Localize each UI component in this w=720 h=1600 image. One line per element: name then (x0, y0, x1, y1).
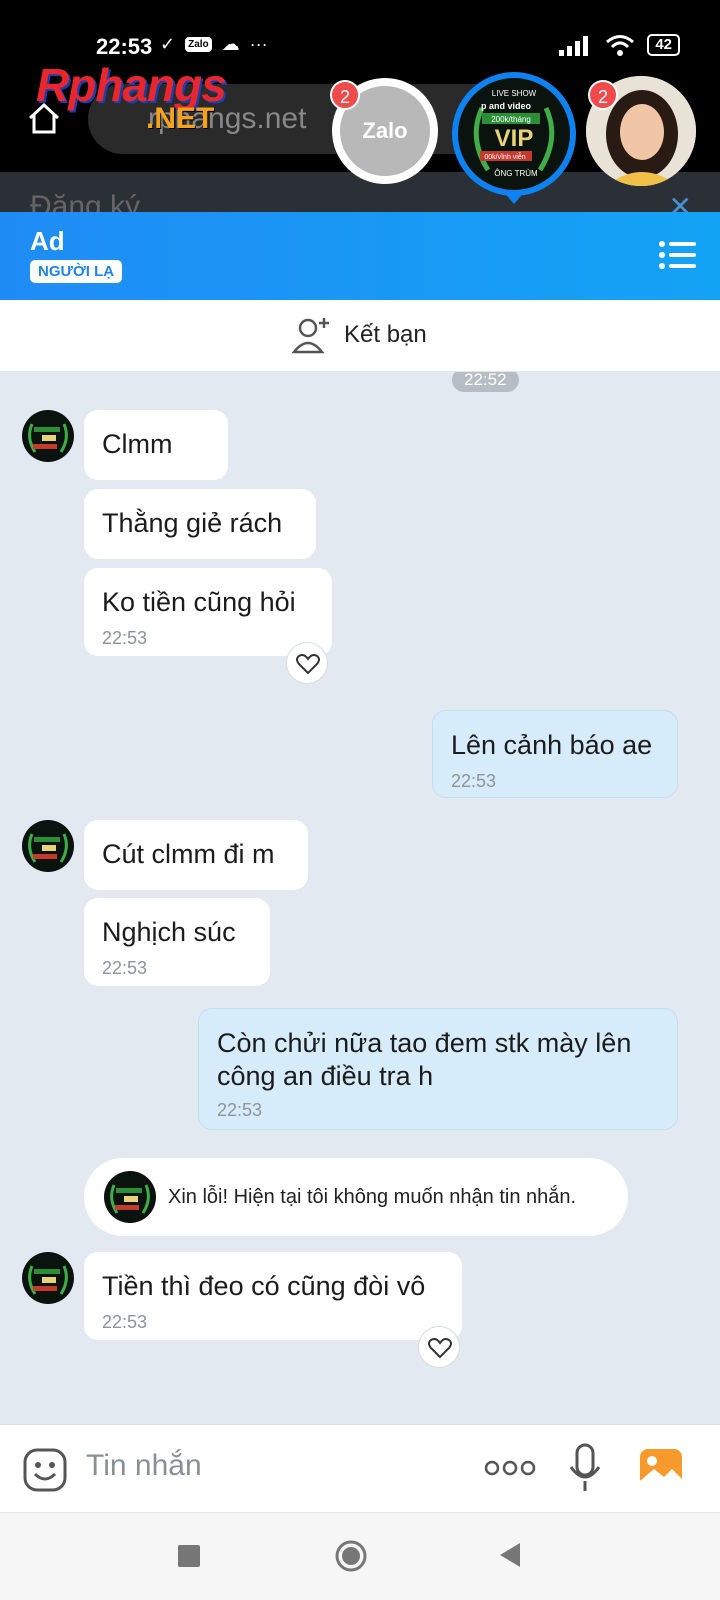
status-right-icons: 42 (559, 34, 680, 56)
sender-avatar[interactable] (22, 410, 74, 462)
my-message-bubble[interactable]: Còn chửi nữa tao đem stk mày lên công an… (198, 1008, 678, 1130)
my-message-bubble[interactable]: Lên cảnh báo ae 22:53 (432, 710, 678, 798)
message-time: 22:53 (102, 958, 148, 978)
cloud-icon: ☁ (221, 34, 240, 54)
chat-head-active[interactable]: LIVE SHOW p and video 200k/tháng VIP 00k… (452, 72, 576, 196)
message-time: 22:53 (451, 771, 497, 791)
more-dots-icon: ··· (249, 34, 268, 54)
sender-avatar[interactable] (22, 820, 74, 872)
vip-line6: ÔNG TRÙM (494, 169, 538, 178)
message-text: Ko tiền cũng hỏi (102, 587, 296, 617)
react-heart-button[interactable] (418, 1326, 460, 1368)
heart-icon (428, 1338, 452, 1359)
vip-line2: p and video (481, 101, 532, 111)
vip-avatar-mini (110, 1184, 150, 1214)
zalo-notification-icon: Zalo (185, 37, 212, 52)
add-friend-button[interactable]: Kết bạn (292, 316, 427, 354)
message-bubble[interactable]: Nghịch súc 22:53 (84, 898, 270, 986)
time-separator: 22:52 (452, 372, 519, 392)
vip-avatar-mini (28, 423, 68, 453)
message-input-bar: Tin nhắn (0, 1424, 720, 1512)
site-logo-net: .NET (146, 102, 215, 135)
react-heart-button[interactable] (286, 642, 328, 684)
status-time: 22:53 (96, 34, 153, 59)
message-bubble[interactable]: Thằng giẻ rách (84, 489, 316, 559)
more-options-icon[interactable] (484, 1455, 536, 1481)
message-text-line1: Còn chửi nữa tao đem stk mày lên (217, 1028, 632, 1058)
sender-avatar[interactable] (22, 1252, 74, 1304)
check-icon: ✓ (160, 34, 176, 54)
add-friend-label: Kết bạn (344, 321, 427, 348)
home-nav-icon[interactable] (334, 1539, 368, 1573)
vip-line5: 00k/vĩnh viễn (484, 152, 525, 161)
system-nav-bar (0, 1512, 720, 1600)
menu-icon[interactable] (658, 240, 696, 270)
battery-icon: 42 (647, 34, 680, 56)
heart-icon (296, 654, 320, 675)
message-bubble[interactable]: Cút clmm đi m (84, 820, 308, 890)
notice-avatar (104, 1171, 156, 1223)
message-text: Cút clmm đi m (102, 839, 275, 869)
wifi-icon (606, 35, 635, 56)
vip-avatar-mini (28, 1265, 68, 1295)
active-head-pointer (502, 190, 526, 204)
add-friend-bar: Kết bạn (0, 300, 720, 372)
chat-message-list[interactable]: 22:52 Clmm Thằng giẻ rách Ko tiền cũng h… (0, 372, 720, 1424)
recent-apps-icon[interactable] (178, 1545, 200, 1567)
vip-laurel-graphic: LIVE SHOW p and video 200k/tháng VIP 00k… (473, 89, 555, 178)
message-text: Tiền thì đeo có cũng đòi vô (102, 1271, 426, 1301)
status-notification-icons: ✓ Zalo ☁ ··· (160, 34, 268, 55)
signal-icon (559, 36, 589, 56)
message-text: Thằng giẻ rách (102, 508, 283, 538)
message-time: 22:53 (217, 1100, 263, 1120)
vip-avatar-mini (28, 833, 68, 863)
message-time: 22:53 (102, 628, 148, 648)
message-text: Lên cảnh báo ae (451, 730, 653, 760)
message-input[interactable]: Tin nhắn (86, 1449, 202, 1483)
vip-line1: LIVE SHOW (492, 89, 537, 98)
chat-header: Ad NGƯỜI LẠ (0, 212, 720, 300)
sticker-icon[interactable] (22, 1447, 68, 1493)
message-time: 22:53 (102, 1312, 148, 1332)
add-friend-icon (292, 318, 329, 354)
microphone-icon[interactable] (568, 1443, 602, 1493)
auto-reply-text: Xin lỗi! Hiện tại tôi không muốn nhận ti… (168, 1186, 577, 1208)
image-picker-icon[interactable] (638, 1445, 684, 1491)
message-text: Nghịch súc (102, 917, 236, 947)
back-nav-icon[interactable] (498, 1541, 522, 1569)
chat-contact-name[interactable]: Ad (30, 226, 65, 257)
vip-line3: 200k/tháng (491, 115, 531, 124)
unread-badge: 2 (588, 80, 618, 110)
unread-badge: 2 (330, 80, 360, 110)
message-text: Clmm (102, 429, 173, 459)
vip-avatar-image: LIVE SHOW p and video 200k/tháng VIP 00k… (458, 78, 570, 190)
message-bubble[interactable]: Tiền thì đeo có cũng đòi vô 22:53 (84, 1252, 462, 1340)
auto-reply-notice: Xin lỗi! Hiện tại tôi không muốn nhận ti… (84, 1158, 628, 1236)
message-text-line2: công an điều tra h (217, 1061, 434, 1091)
vip-line4: VIP (495, 125, 534, 152)
stranger-tag: NGƯỜI LẠ (30, 260, 123, 283)
message-bubble[interactable]: Clmm (84, 410, 228, 480)
